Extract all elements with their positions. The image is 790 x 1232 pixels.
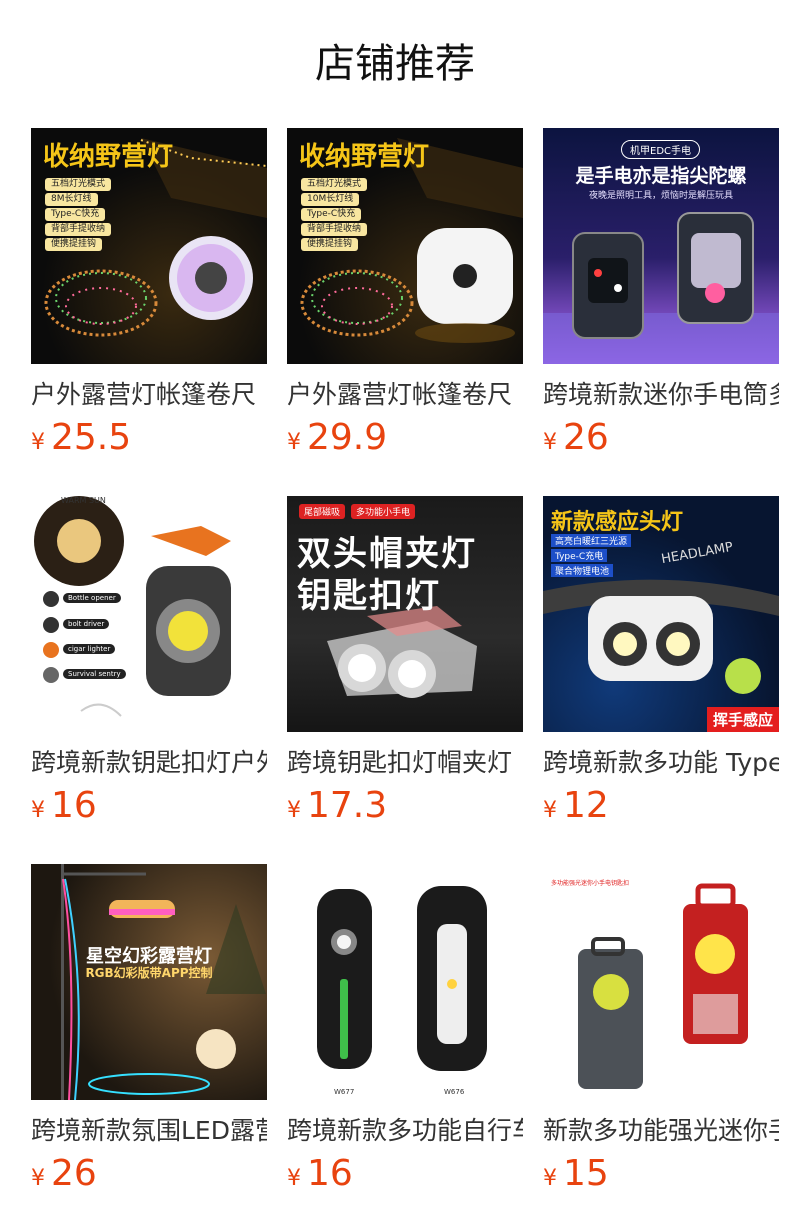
product-price: ¥16 <box>31 785 97 826</box>
image-headline: 是手电亦是指尖陀螺 <box>575 165 747 187</box>
image-label: bolt driver <box>63 619 110 629</box>
image-pill: 聚合物锂电池 <box>551 564 614 577</box>
product-image[interactable]: 收纳野营灯 五档灯光模式 10M长灯线 Type-C快充 背部手提收纳 便携提挂… <box>287 128 523 364</box>
image-pill: Type-C快充 <box>45 208 106 221</box>
product-price: ¥26 <box>543 417 609 458</box>
image-pill: Type-C快充 <box>301 208 362 221</box>
image-pill: 10M长灯线 <box>301 193 360 206</box>
product-name[interactable]: 户外露营灯帐篷卷尺 <box>287 378 523 412</box>
product-name[interactable]: 跨境新款迷你手电筒多 <box>543 378 779 412</box>
product-image[interactable]: 尾部磁吸 多功能小手电 双头帽夹灯 钥匙扣灯 <box>287 496 523 732</box>
image-pill: 便携提挂钩 <box>301 238 359 251</box>
image-pill: Type-C充电 <box>551 549 608 562</box>
product-name[interactable]: 跨境新款钥匙扣灯户外 <box>31 746 267 780</box>
image-pill: 五档灯光模式 <box>45 178 112 191</box>
image-label: Survival sentry <box>63 669 126 679</box>
product-price: ¥25.5 <box>31 417 132 458</box>
product-name[interactable]: 跨境钥匙扣灯帽夹灯 <box>287 746 523 780</box>
image-tag: 多功能小手电 <box>351 504 416 519</box>
image-headline: 新款感应头灯 <box>551 510 684 535</box>
product-price: ¥12 <box>543 785 609 826</box>
product-card[interactable]: 星空幻彩露营灯 RGB幻彩版带APP控制 跨境新款氛围LED露营 ¥26 <box>31 864 267 1194</box>
image-pill: 背部手提收纳 <box>301 223 368 236</box>
product-name[interactable]: 户外露营灯帐篷卷尺 <box>31 378 267 412</box>
keychain-light-illustration <box>34 496 231 717</box>
product-image[interactable]: 多功能强光迷你小手电钥匙扣 <box>543 864 779 1100</box>
bike-light-illustration <box>317 886 487 1071</box>
image-headline: 收纳野营灯 <box>43 142 174 172</box>
product-card[interactable]: 收纳野营灯 五档灯光模式 8M长灯线 Type-C快充 背部手提收纳 便携提挂钩… <box>31 128 267 458</box>
product-card[interactable]: 多功能强光迷你小手电钥匙扣 新款多功能强光迷你手 ¥15 <box>543 864 779 1194</box>
image-badge: 机甲EDC手电 <box>621 140 701 159</box>
image-corner-badge: 挥手感应 <box>706 707 779 732</box>
image-headline: 收纳野营灯 <box>299 142 430 172</box>
product-image[interactable]: 收纳野营灯 五档灯光模式 8M长灯线 Type-C快充 背部手提收纳 便携提挂钩 <box>31 128 267 364</box>
product-name[interactable]: 跨境新款多功能 Type <box>543 746 779 780</box>
image-model-label: W676 <box>444 1088 465 1096</box>
image-label: Bottle opener <box>63 593 121 603</box>
page-title: 店铺推荐 <box>315 41 475 87</box>
image-model-label: W677 <box>334 1088 355 1096</box>
product-price: ¥29.9 <box>287 417 388 458</box>
product-card[interactable]: 新款感应头灯 高亮白暖红三光源 Type-C充电 聚合物锂电池 HEADLAMP… <box>543 496 779 826</box>
product-image[interactable]: W677 W676 <box>287 864 523 1100</box>
product-card[interactable]: WARM SUN Bottle opener bolt driver cigar… <box>31 496 267 826</box>
product-card[interactable]: 收纳野营灯 五档灯光模式 10M长灯线 Type-C快充 背部手提收纳 便携提挂… <box>287 128 523 458</box>
product-image[interactable]: WARM SUN Bottle opener bolt driver cigar… <box>31 496 267 732</box>
product-name[interactable]: 跨境新款多功能自行车 <box>287 1114 523 1148</box>
image-label: cigar lighter <box>63 644 116 654</box>
product-image[interactable]: 星空幻彩露营灯 RGB幻彩版带APP控制 <box>31 864 267 1100</box>
product-image[interactable]: 新款感应头灯 高亮白暖红三光源 Type-C充电 聚合物锂电池 HEADLAMP… <box>543 496 779 732</box>
image-pill: 8M长灯线 <box>45 193 98 206</box>
product-card[interactable]: W677 W676 跨境新款多功能自行车 ¥16 <box>287 864 523 1194</box>
image-pill: 五档灯光模式 <box>301 178 368 191</box>
image-tag: 尾部磁吸 <box>299 504 346 519</box>
product-card[interactable]: 尾部磁吸 多功能小手电 双头帽夹灯 钥匙扣灯 跨境钥匙扣灯帽夹灯 ¥17.3 <box>287 496 523 826</box>
product-price: ¥26 <box>31 1153 97 1194</box>
image-pill: 背部手提收纳 <box>45 223 112 236</box>
product-card[interactable]: 机甲EDC手电 是手电亦是指尖陀螺 夜晚是照明工具，烦恼时是解压玩具 跨境新款迷… <box>543 128 779 458</box>
product-image[interactable]: 机甲EDC手电 是手电亦是指尖陀螺 夜晚是照明工具，烦恼时是解压玩具 <box>543 128 779 364</box>
mini-flashlight-illustration <box>578 883 748 1089</box>
product-price: ¥17.3 <box>287 785 388 826</box>
image-subtitle: RGB幻彩版带APP控制 <box>85 966 213 980</box>
image-pill: 便携提挂钩 <box>45 238 103 251</box>
image-subtitle: 夜晚是照明工具，烦恼时是解压玩具 <box>588 191 733 201</box>
product-price: ¥16 <box>287 1153 353 1194</box>
image-headline: 钥匙扣灯 <box>297 576 441 616</box>
image-top-text: WARM SUN <box>61 496 106 505</box>
image-pill: 高亮白暖红三光源 <box>551 534 632 547</box>
product-name[interactable]: 跨境新款氛围LED露营 <box>31 1114 267 1148</box>
rgb-camping-light-illustration <box>61 864 266 1100</box>
image-caption: 多功能强光迷你小手电钥匙扣 <box>551 880 630 887</box>
product-price: ¥15 <box>543 1153 609 1194</box>
product-name[interactable]: 新款多功能强光迷你手 <box>543 1114 779 1148</box>
